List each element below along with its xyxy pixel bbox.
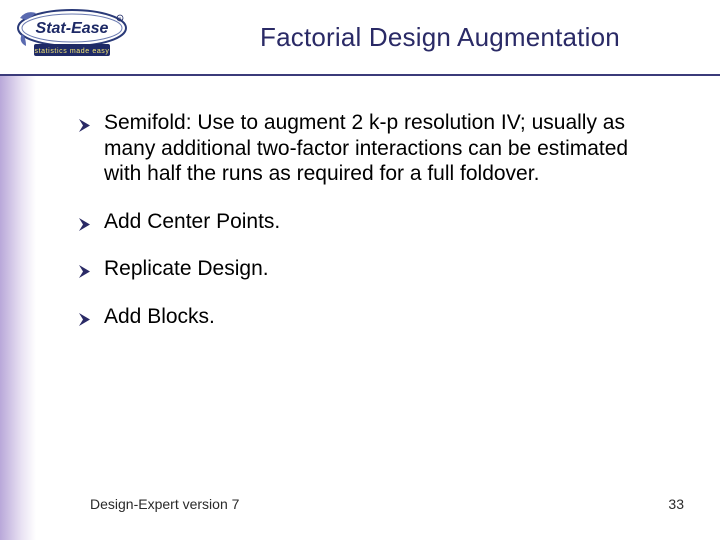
left-gradient-decoration [0,76,36,540]
bullet-text: Add Blocks. [104,305,215,328]
bullet-text: Add Center Points. [104,210,280,233]
arrow-bullet-icon [78,114,93,129]
bullet-item: Add Center Points. [78,209,668,235]
svg-text:R: R [119,16,122,21]
header-rule [0,74,720,76]
stat-ease-logo: Stat-Ease R statistics made easy [12,6,132,62]
svg-text:Stat-Ease: Stat-Ease [36,20,109,37]
footer-page-number: 33 [668,496,684,512]
bullet-item: Semifold: Use to augment 2 k-p resolutio… [78,110,668,187]
slide-title: Factorial Design Augmentation [260,22,620,53]
footer-version: Design-Expert version 7 [90,496,239,512]
bullet-item: Add Blocks. [78,304,668,330]
slide-header: Stat-Ease R statistics made easy Factori… [0,0,720,76]
bullet-text: Replicate Design. [104,257,269,280]
bullet-item: Replicate Design. [78,256,668,282]
slide: Stat-Ease R statistics made easy Factori… [0,0,720,540]
arrow-bullet-icon [78,213,93,228]
arrow-bullet-icon [78,260,93,275]
svg-text:statistics made easy: statistics made easy [34,48,109,55]
slide-body: Semifold: Use to augment 2 k-p resolutio… [78,110,668,352]
arrow-bullet-icon [78,308,93,323]
bullet-text: Semifold: Use to augment 2 k-p resolutio… [104,111,628,185]
